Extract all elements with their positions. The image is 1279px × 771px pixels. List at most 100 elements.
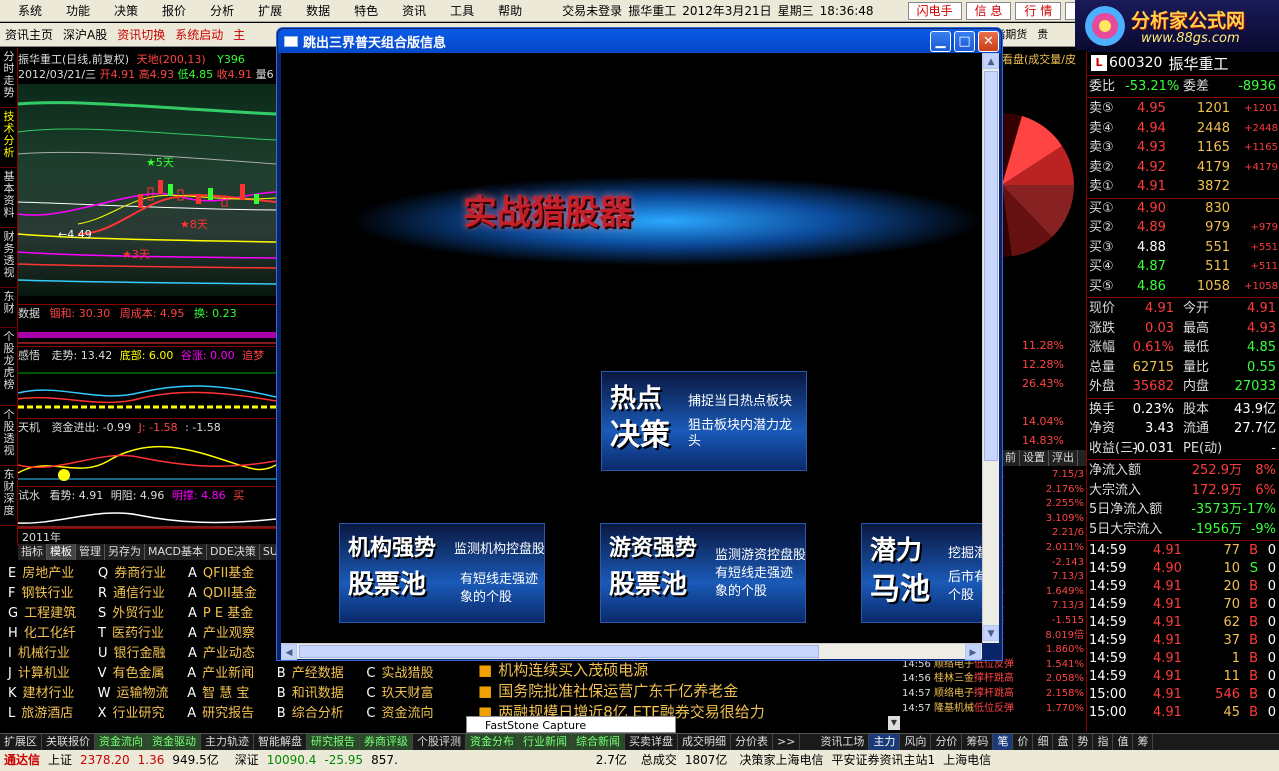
scroll-up-icon[interactable]: ▲: [983, 53, 999, 69]
sector-item[interactable]: A QFII基金: [180, 562, 270, 581]
sector-item[interactable]: A 产业动态: [180, 642, 270, 661]
tab-save-as[interactable]: 另存为: [105, 544, 145, 560]
tab-intraday[interactable]: 分时走势: [0, 48, 18, 108]
indicator-pane-tianji[interactable]: 天机 资金进出: -0.99 J: -1.58 : -1.58: [18, 418, 276, 486]
menu-quote[interactable]: 报价: [150, 0, 198, 22]
menu-news[interactable]: 资讯: [390, 0, 438, 22]
bottom-tab[interactable]: 券商评级: [360, 734, 413, 750]
sector-item[interactable]: V 有色金属: [90, 662, 180, 681]
news-scroll-down-icon[interactable]: ▼: [888, 716, 900, 730]
bottom-tab[interactable]: 分价表: [731, 734, 773, 750]
indicator-pane-insight[interactable]: 感悟 走势: 13.42 底部: 6.00 谷涨: 0.00 追梦: [18, 346, 276, 418]
faststone-taskbar-popup[interactable]: FastStone Capture: [466, 716, 676, 733]
sector-item[interactable]: F 钢铁行业: [0, 582, 90, 601]
tab-float[interactable]: 浮出: [1049, 450, 1078, 466]
sh-index-label[interactable]: 上证: [44, 750, 76, 771]
bottom-tab[interactable]: 个股评测: [413, 734, 466, 750]
bottom-tab[interactable]: 主力: [869, 734, 901, 750]
menu-extend[interactable]: 扩展: [246, 0, 294, 22]
bottom-tab[interactable]: 筹码: [962, 734, 994, 750]
tab-eastmoney[interactable]: 东财: [0, 288, 18, 328]
sector-item[interactable]: U 银行金融: [90, 642, 180, 661]
bottom-tab[interactable]: 资讯工场: [816, 734, 870, 750]
sector-item[interactable]: R 通信行业: [90, 582, 180, 601]
toolbar-a-shares[interactable]: 深沪A股: [58, 23, 112, 47]
sector-item[interactable]: L 旅游酒店: [0, 702, 90, 721]
quote-button[interactable]: 行 情: [1015, 1, 1062, 20]
institution-pool-card[interactable]: 机构强势 股票池 监测机构控盘股 有短线走强迹 象的个股: [339, 523, 545, 623]
menu-help[interactable]: 帮助: [486, 0, 534, 22]
bottom-tab[interactable]: 笔: [993, 734, 1014, 750]
sector-item[interactable]: S 外贸行业: [90, 602, 180, 621]
sector-item[interactable]: B 综合分析: [269, 702, 359, 721]
bottom-tab[interactable]: 价: [1013, 734, 1034, 750]
bottom-tab[interactable]: 指: [1093, 734, 1114, 750]
sector-item[interactable]: A P E 基金: [180, 602, 270, 621]
bottom-tab[interactable]: 扩展区: [0, 734, 42, 750]
toolbar-system-start[interactable]: 系统启动: [170, 23, 228, 47]
tab-template[interactable]: 模板: [47, 544, 76, 560]
close-button[interactable]: ✕: [978, 31, 999, 52]
tab-prev[interactable]: 前: [1002, 450, 1020, 466]
toolbar-news-home[interactable]: 资讯主页: [0, 23, 58, 47]
sz-index-label[interactable]: 深证: [231, 750, 263, 771]
menu-analysis[interactable]: 分析: [198, 0, 246, 22]
sector-item[interactable]: X 行业研究: [90, 702, 180, 721]
bottom-tab[interactable]: 势: [1073, 734, 1094, 750]
sector-item[interactable]: I 机械行业: [0, 642, 90, 661]
alert-row[interactable]: 14:57 顺络电子 撑杆跳高 2.158%: [902, 687, 1086, 702]
alert-row[interactable]: 14:57 隆基机械 低位反弹 1.770%: [902, 702, 1086, 717]
sector-item[interactable]: E 房地产业: [0, 562, 90, 581]
sector-item[interactable]: Q 券商行业: [90, 562, 180, 581]
sector-item[interactable]: A 研究报告: [179, 702, 269, 721]
sector-item[interactable]: A 产业观察: [180, 622, 270, 641]
tab-dde[interactable]: DDE决策: [207, 544, 260, 560]
popup-vertical-scrollbar[interactable]: ▲ ▼: [982, 53, 999, 643]
alert-row[interactable]: 14:56 桂林三金 撑杆跳高 2.058%: [902, 672, 1086, 687]
tab-macd[interactable]: MACD基本: [145, 544, 207, 560]
sector-item[interactable]: C 玖天财富: [358, 682, 448, 701]
bottom-tab[interactable]: 资金驱动: [148, 734, 201, 750]
hotspot-decision-card[interactable]: 热点 决策 捕捉当日热点板块 狙击板块内潜力龙 头: [601, 371, 807, 471]
bottom-tab[interactable]: 主力轨迹: [201, 734, 254, 750]
menu-data[interactable]: 数据: [294, 0, 342, 22]
bottom-tab[interactable]: 关联报价: [42, 734, 95, 750]
scroll-thumb[interactable]: [984, 71, 998, 461]
menu-feature[interactable]: 特色: [342, 0, 390, 22]
flash-trade-button[interactable]: 闪电手: [907, 1, 962, 20]
indicator-pane-data[interactable]: 数据 锢和: 30.30 周成本: 4.95 换: 0.23: [18, 304, 276, 346]
scroll-down-icon[interactable]: ▼: [983, 625, 999, 641]
menu-decision[interactable]: 决策: [102, 0, 150, 22]
potential-pool-card[interactable]: 潜力 马池 挖掘潜 后市有 个股: [861, 523, 982, 623]
menu-function[interactable]: 功能: [54, 0, 102, 22]
sector-item[interactable]: J 计算机业: [0, 662, 90, 681]
popup-horizontal-scrollbar[interactable]: ◀ ▶: [281, 643, 982, 660]
bottom-tab[interactable]: 研究报告: [307, 734, 360, 750]
hotmoney-pool-card[interactable]: 游资强势 股票池 监测游资控盘股 有短线走强迹 象的个股: [600, 523, 806, 623]
toolbar-more[interactable]: 贵: [1032, 23, 1053, 47]
indicator-pane-shishui[interactable]: 试水 看势: 4.91 明阻: 4.96 明撑: 4.86 买: [18, 486, 276, 528]
sector-item[interactable]: G 工程建筑: [0, 602, 90, 621]
sector-item[interactable]: B 产经数据: [269, 662, 359, 681]
sector-item[interactable]: B 和讯数据: [269, 682, 359, 701]
bottom-tab[interactable]: 智能解盘: [254, 734, 307, 750]
bottom-tab[interactable]: 买卖详盘: [625, 734, 678, 750]
menu-system[interactable]: 系统: [6, 0, 54, 22]
tab-indicator[interactable]: 指标: [18, 544, 47, 560]
minimize-button[interactable]: ▁: [930, 31, 951, 52]
bottom-tab[interactable]: 综合新闻: [572, 734, 625, 750]
tab-dragon-tiger[interactable]: 个股龙虎榜: [0, 328, 18, 406]
sector-item[interactable]: A智 慧 宝: [179, 682, 269, 701]
bottom-tab[interactable]: 分价: [931, 734, 963, 750]
bottom-tab[interactable]: >>: [773, 734, 801, 750]
sector-item[interactable]: A QDII基金: [180, 582, 270, 601]
bottom-tab[interactable]: 成交明细: [678, 734, 731, 750]
sector-item[interactable]: W 运输物流: [90, 682, 180, 701]
sector-item[interactable]: A 产业新闻: [179, 662, 269, 681]
bottom-tab[interactable]: 资金流向: [95, 734, 148, 750]
bottom-tab[interactable]: 风向: [900, 734, 932, 750]
sector-item[interactable]: K 建材行业: [0, 682, 90, 701]
bottom-tab[interactable]: 筹: [1133, 734, 1154, 750]
bottom-tab[interactable]: 值: [1113, 734, 1134, 750]
candlestick-chart[interactable]: ★5天 ★3天 ★8天 ←4.49: [17, 84, 277, 296]
